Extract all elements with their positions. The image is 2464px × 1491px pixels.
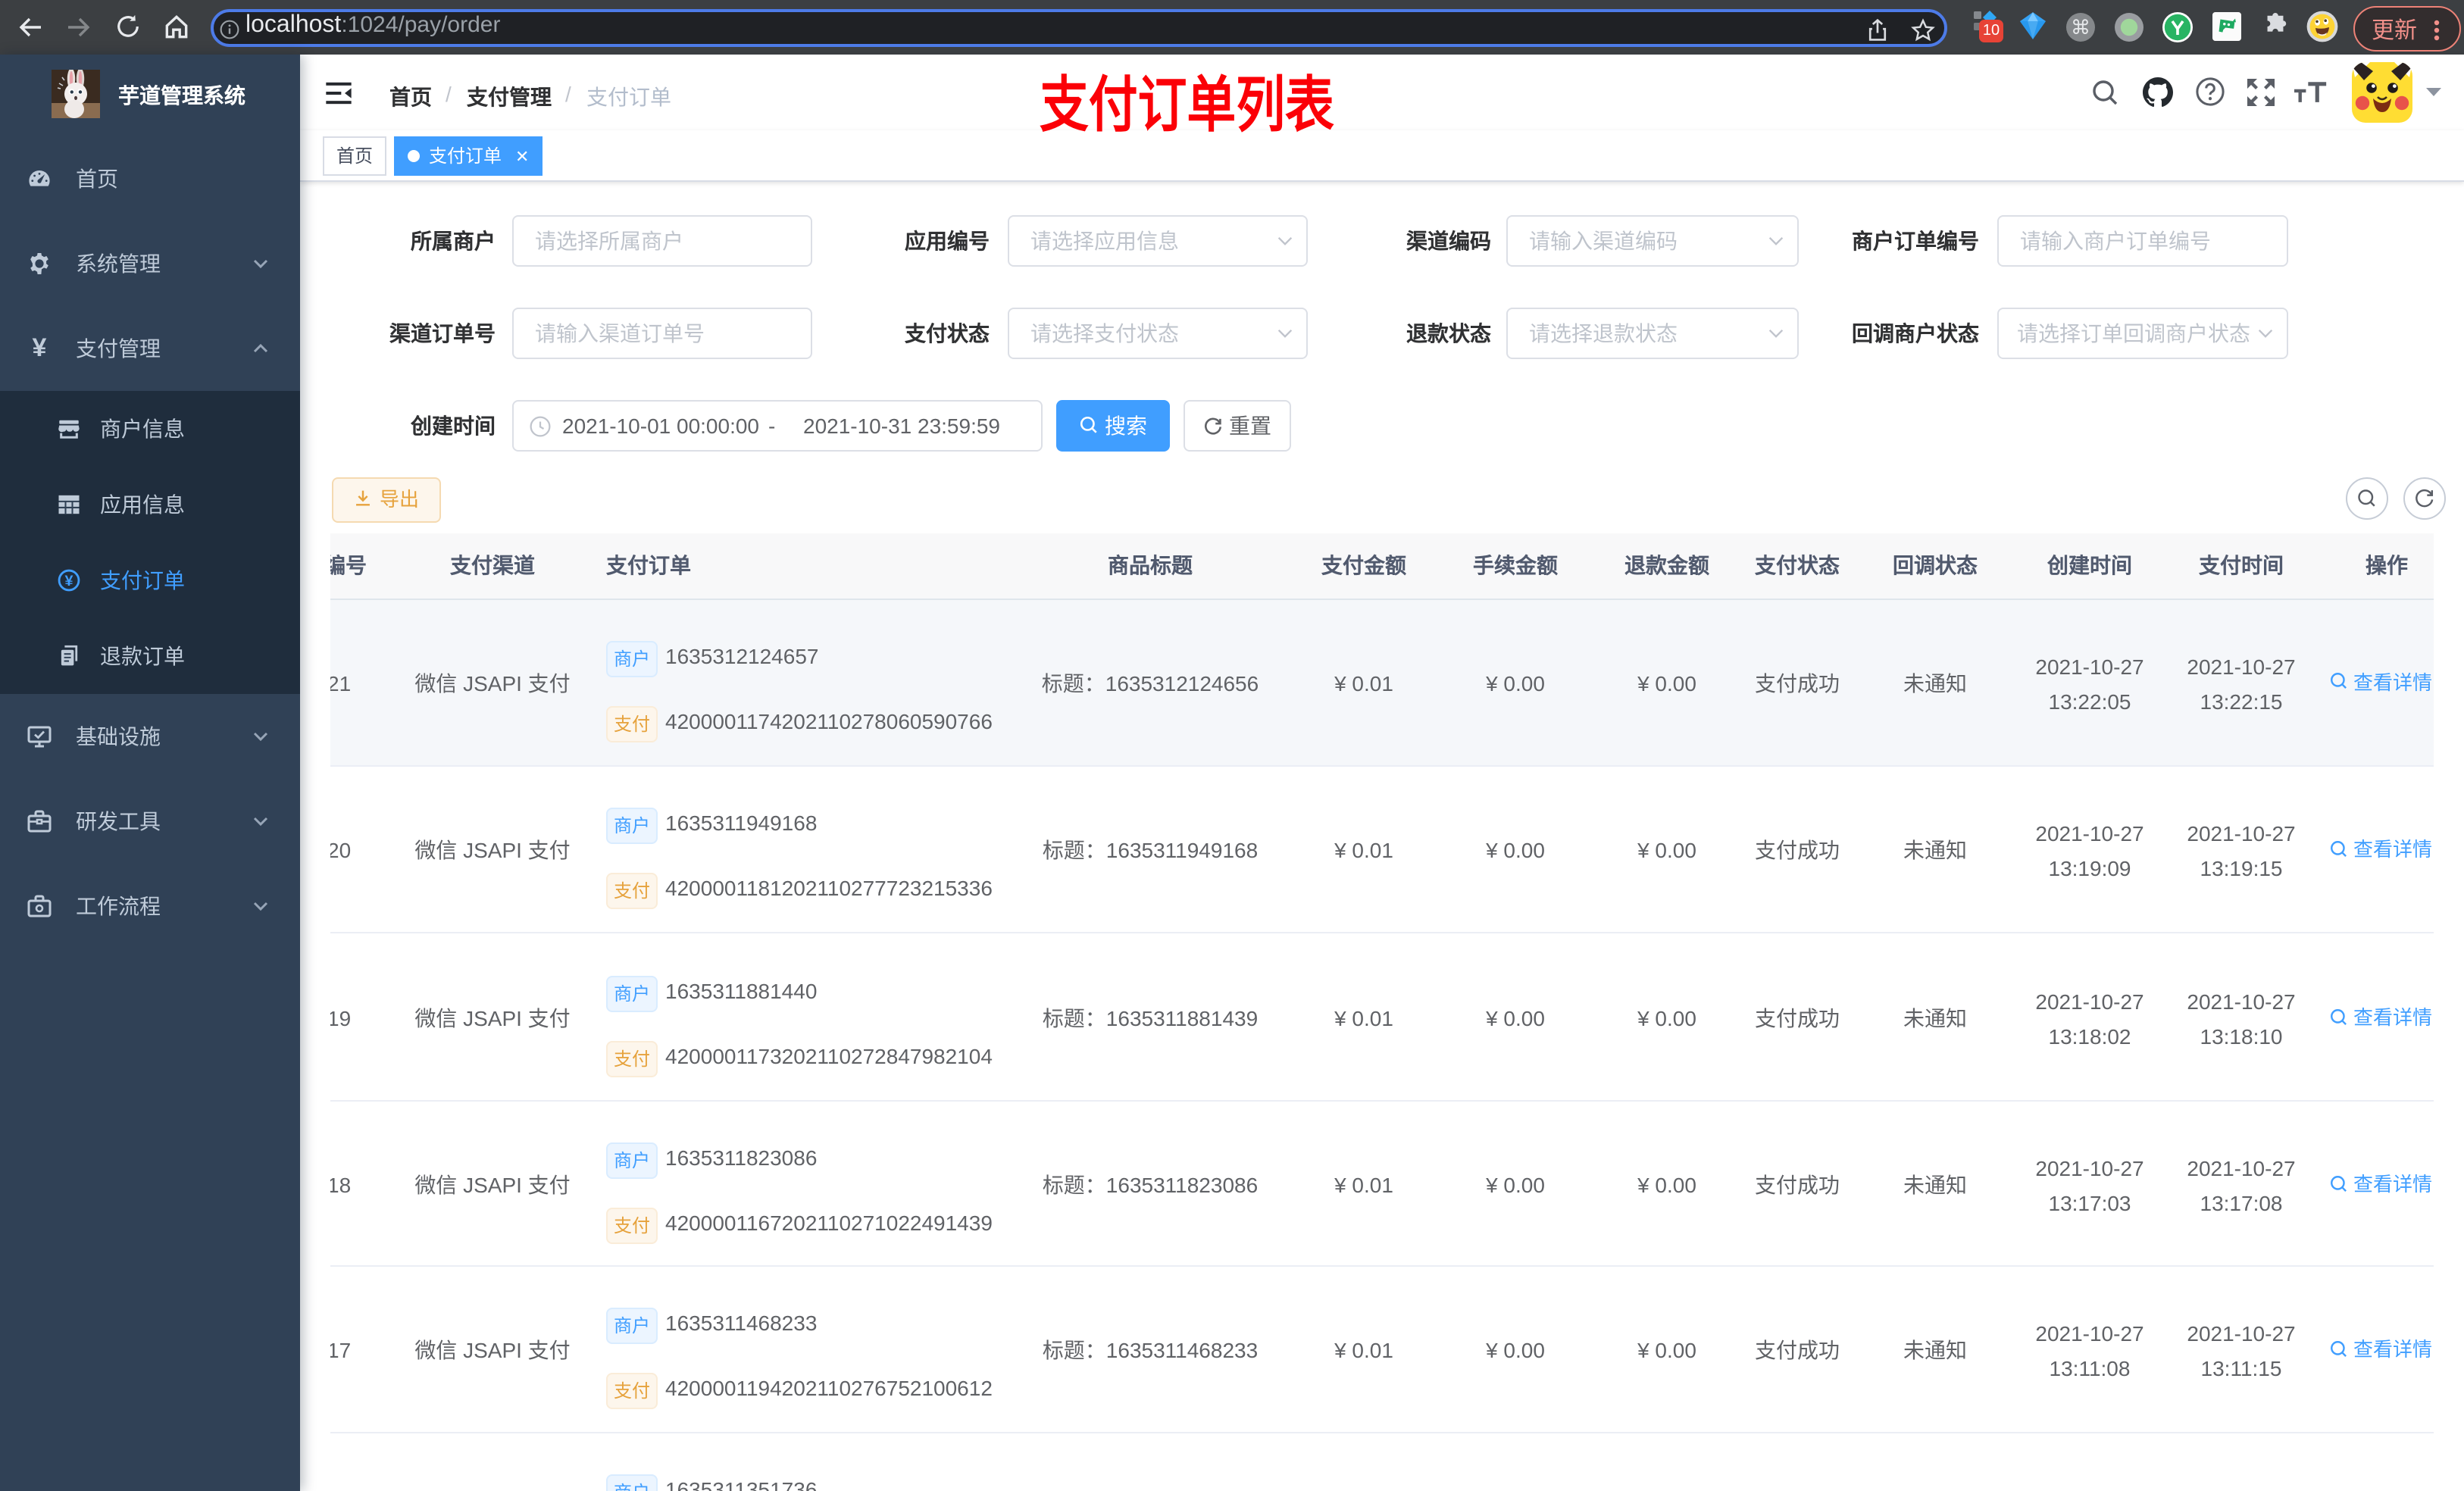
svg-text:⌘: ⌘ [2071,16,2090,39]
svg-text:¥: ¥ [65,573,73,589]
